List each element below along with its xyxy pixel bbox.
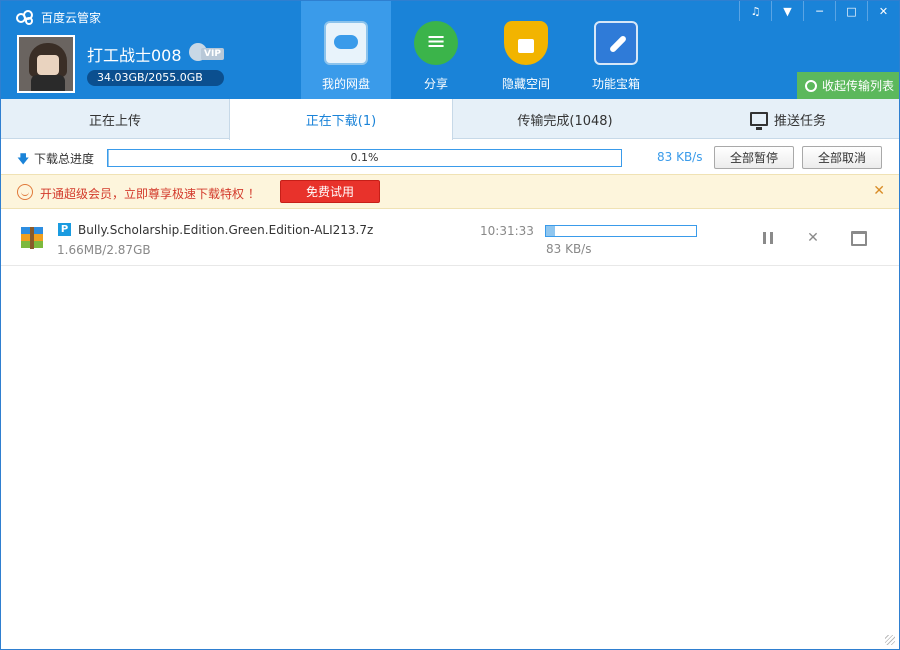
item-progress-bar (545, 225, 697, 237)
storage-quota: 34.03GB/2055.0GB (87, 70, 224, 86)
collapse-label: 收起传输列表 (822, 79, 895, 93)
pause-icon[interactable] (760, 230, 776, 246)
folder-icon[interactable] (851, 230, 867, 246)
total-speed: 83 KB/s (657, 150, 703, 164)
source-badge: P (58, 223, 71, 236)
tab-completed[interactable]: 传输完成(1048) (453, 99, 677, 139)
pause-all-button[interactable]: 全部暂停 (714, 146, 794, 169)
nav-label: 我的网盘 (321, 77, 370, 91)
tab-push-label: 推送任务 (773, 113, 826, 129)
nav-label: 功能宝箱 (591, 77, 640, 91)
total-progress-row: 🡇 下载总进度 0.1% 83 KB/s 全部暂停 全部取消 (1, 140, 899, 174)
download-item[interactable]: P Bully.Scholarship.Edition.Green.Editio… (1, 210, 899, 266)
vip-badge[interactable]: VIP (189, 43, 229, 63)
total-progress-bar: 0.1% (107, 149, 622, 167)
collapse-icon (805, 79, 817, 92)
download-arrow-icon: 🡇 (17, 152, 30, 166)
vip-promo-text: 开通超级会员，立即尊享极速下载特权 ！ (40, 187, 260, 201)
bell-icon[interactable]: ♫ (739, 1, 771, 21)
collapse-transfer-list-button[interactable]: 收起传输列表 (797, 72, 899, 99)
free-trial-button[interactable]: 免费试用 (280, 180, 380, 203)
cancel-all-button[interactable]: 全部取消 (802, 146, 882, 169)
item-speed: 83 KB/s (546, 242, 592, 256)
nav-my-disk[interactable]: 我的网盘 (301, 1, 391, 99)
file-size: 1.66MB/2.87GB (57, 243, 151, 257)
nav-label: 分享 (423, 77, 448, 91)
smile-icon (17, 184, 33, 200)
transfer-tabs: 正在上传 正在下载(1) 传输完成(1048) 推送任务 (1, 99, 899, 140)
cancel-icon[interactable]: ✕ (805, 230, 821, 246)
lock-icon (504, 21, 548, 65)
archive-file-icon (21, 227, 43, 249)
tools-icon (594, 21, 638, 65)
nav-label: 隐藏空间 (501, 77, 550, 91)
main-nav: 我的网盘 分享 隐藏空间 功能宝箱 (301, 1, 661, 99)
vip-label: VIP (201, 48, 224, 60)
app-title-text: 百度云管家 (41, 10, 102, 25)
nav-hidden-space[interactable]: 隐藏空间 (481, 1, 571, 99)
total-progress-percent: 0.1% (350, 151, 379, 164)
remaining-time: 10:31:33 (480, 224, 534, 238)
tab-push-tasks[interactable]: 推送任务 (677, 99, 899, 139)
tab-downloading[interactable]: 正在下载(1) (229, 99, 453, 140)
window-controls: ♫ ▼ ─ □ ✕ (739, 1, 899, 21)
close-icon[interactable]: ✕ (873, 183, 885, 199)
nav-toolbox[interactable]: 功能宝箱 (571, 1, 661, 99)
close-icon[interactable]: ✕ (867, 1, 899, 21)
vip-promo-banner: 开通超级会员，立即尊享极速下载特权 ！ 免费试用 ✕ (1, 174, 899, 209)
baidu-cloud-logo-icon (15, 9, 35, 25)
menu-icon[interactable]: ▼ (771, 1, 803, 21)
header: 百度云管家 打工战士008 VIP 34.03GB/2055.0GB 我的网盘 … (1, 1, 899, 99)
cloud-disk-icon (324, 21, 368, 65)
username[interactable]: 打工战士008 (87, 42, 182, 66)
resize-grip-icon[interactable] (885, 635, 895, 645)
app-title: 百度云管家 (15, 7, 101, 27)
monitor-icon (749, 112, 768, 130)
file-name: Bully.Scholarship.Edition.Green.Edition-… (78, 223, 374, 237)
maximize-icon[interactable]: □ (835, 1, 867, 21)
share-icon (414, 21, 458, 65)
item-progress-fill (546, 226, 555, 236)
app-window: 百度云管家 打工战士008 VIP 34.03GB/2055.0GB 我的网盘 … (0, 0, 900, 650)
minimize-icon[interactable]: ─ (803, 1, 835, 21)
nav-share[interactable]: 分享 (391, 1, 481, 99)
total-progress-label: 下载总进度 (34, 152, 95, 166)
avatar[interactable] (17, 35, 75, 93)
tab-uploading[interactable]: 正在上传 (1, 99, 229, 139)
